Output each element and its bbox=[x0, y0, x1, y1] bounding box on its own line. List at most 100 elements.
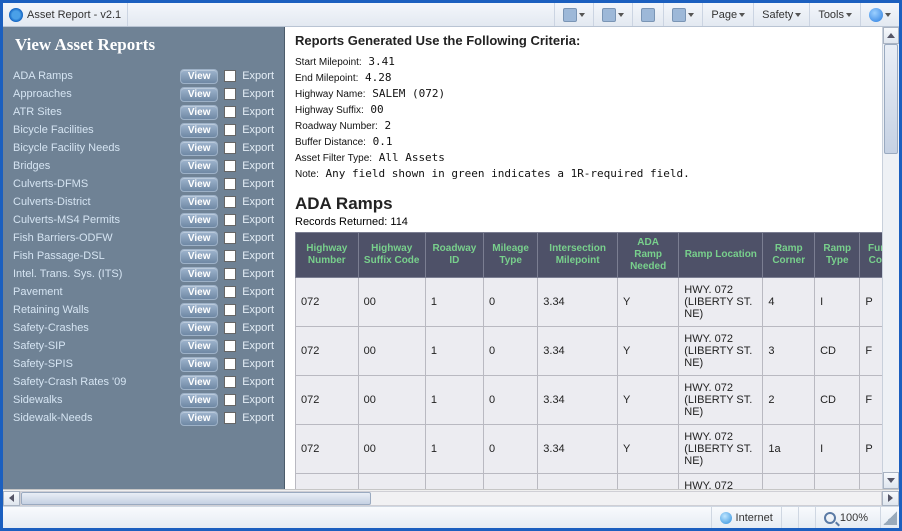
criteria-label: Roadway Number: bbox=[295, 121, 378, 132]
export-checkbox[interactable] bbox=[224, 304, 236, 316]
sidebar-item-label: Fish Passage-DSL bbox=[13, 250, 174, 262]
scroll-right-button[interactable] bbox=[882, 491, 899, 506]
table-cell: I bbox=[815, 278, 860, 327]
export-checkbox[interactable] bbox=[224, 106, 236, 118]
scroll-thumb[interactable] bbox=[21, 492, 371, 505]
export-checkbox[interactable] bbox=[224, 70, 236, 82]
export-checkbox[interactable] bbox=[224, 268, 236, 280]
ie-window: Asset Report - v2.1 Page Safety Tools bbox=[0, 0, 902, 531]
view-button[interactable]: View bbox=[180, 123, 218, 138]
help-button[interactable] bbox=[865, 6, 895, 24]
view-button[interactable]: View bbox=[180, 87, 218, 102]
scroll-up-button[interactable] bbox=[883, 27, 899, 44]
home-button[interactable] bbox=[559, 6, 589, 24]
sidebar-item-label: Bridges bbox=[13, 160, 174, 172]
view-button[interactable]: View bbox=[180, 339, 218, 354]
status-bar: Internet 100% bbox=[3, 506, 899, 528]
security-segment bbox=[798, 507, 815, 528]
view-button[interactable]: View bbox=[180, 375, 218, 390]
sidebar-item-label: Safety-Crashes bbox=[13, 322, 174, 334]
export-checkbox[interactable] bbox=[224, 88, 236, 100]
view-button[interactable]: View bbox=[180, 231, 218, 246]
export-checkbox[interactable] bbox=[224, 214, 236, 226]
sidebar-item-label: Culverts-MS4 Permits bbox=[13, 214, 174, 226]
browser-tab[interactable]: Asset Report - v2.1 bbox=[3, 3, 128, 26]
table-row: 07200103.34YHWY. 072 (LIBERTY ST. NE)4IP bbox=[296, 278, 895, 327]
export-checkbox[interactable] bbox=[224, 232, 236, 244]
export-label: Export bbox=[242, 124, 274, 136]
column-header[interactable]: Roadway ID bbox=[425, 233, 483, 278]
vertical-scrollbar[interactable] bbox=[882, 27, 899, 489]
export-checkbox[interactable] bbox=[224, 394, 236, 406]
export-checkbox[interactable] bbox=[224, 412, 236, 424]
scroll-left-button[interactable] bbox=[3, 491, 20, 506]
column-header[interactable]: Ramp Location bbox=[679, 233, 763, 278]
export-checkbox[interactable] bbox=[224, 340, 236, 352]
export-label: Export bbox=[242, 196, 274, 208]
export-checkbox[interactable] bbox=[224, 196, 236, 208]
export-checkbox[interactable] bbox=[224, 142, 236, 154]
export-checkbox[interactable] bbox=[224, 376, 236, 388]
export-checkbox[interactable] bbox=[224, 178, 236, 190]
view-button[interactable]: View bbox=[180, 213, 218, 228]
scroll-track[interactable] bbox=[883, 44, 899, 472]
view-button[interactable]: View bbox=[180, 357, 218, 372]
main-panel[interactable]: Reports Generated Use the Following Crit… bbox=[285, 27, 899, 489]
print-button[interactable] bbox=[668, 6, 698, 24]
view-button[interactable]: View bbox=[180, 411, 218, 426]
column-header[interactable]: Intersection Milepoint bbox=[538, 233, 618, 278]
scroll-track[interactable] bbox=[20, 491, 882, 506]
view-button[interactable]: View bbox=[180, 321, 218, 336]
export-checkbox[interactable] bbox=[224, 160, 236, 172]
view-button[interactable]: View bbox=[180, 69, 218, 84]
view-button[interactable]: View bbox=[180, 393, 218, 408]
mail-button[interactable] bbox=[637, 6, 659, 24]
export-label: Export bbox=[242, 160, 274, 172]
view-button[interactable]: View bbox=[180, 195, 218, 210]
scroll-thumb[interactable] bbox=[884, 44, 898, 154]
view-button[interactable]: View bbox=[180, 159, 218, 174]
resize-grip[interactable] bbox=[883, 511, 897, 525]
table-row: 07200103.34YHWY. 072 (LIBERTY ST. NE)1aI… bbox=[296, 425, 895, 474]
view-button[interactable]: View bbox=[180, 177, 218, 192]
safety-menu[interactable]: Safety bbox=[758, 7, 805, 23]
export-checkbox[interactable] bbox=[224, 124, 236, 136]
export-checkbox[interactable] bbox=[224, 286, 236, 298]
horizontal-scrollbar[interactable] bbox=[3, 489, 899, 506]
export-checkbox[interactable] bbox=[224, 358, 236, 370]
scroll-down-button[interactable] bbox=[883, 472, 899, 489]
column-header[interactable]: Highway Number bbox=[296, 233, 359, 278]
table-cell: 00 bbox=[358, 474, 425, 490]
sidebar-item: Retaining WallsViewExport bbox=[13, 301, 274, 319]
export-checkbox[interactable] bbox=[224, 250, 236, 262]
column-header[interactable]: Highway Suffix Code bbox=[358, 233, 425, 278]
tools-menu[interactable]: Tools bbox=[814, 7, 856, 23]
table-cell: 1 bbox=[425, 425, 483, 474]
sidebar-item: Bicycle Facility NeedsViewExport bbox=[13, 139, 274, 157]
criteria-value: 0.1 bbox=[373, 135, 393, 148]
export-checkbox[interactable] bbox=[224, 322, 236, 334]
column-header[interactable]: Ramp Corner bbox=[763, 233, 815, 278]
table-cell: 1 bbox=[425, 376, 483, 425]
zoom-segment[interactable]: 100% bbox=[815, 507, 880, 528]
table-cell: HWY. 072 (LIBERTY ST. NE) bbox=[679, 376, 763, 425]
page-menu[interactable]: Page bbox=[707, 7, 749, 23]
zoom-icon bbox=[824, 512, 836, 524]
column-header[interactable]: ADA Ramp Needed bbox=[618, 233, 679, 278]
view-button[interactable]: View bbox=[180, 249, 218, 264]
export-label: Export bbox=[242, 412, 274, 424]
view-button[interactable]: View bbox=[180, 285, 218, 300]
table-cell: HWY. 072 (LIBERTY ST. NE) bbox=[679, 425, 763, 474]
view-button[interactable]: View bbox=[180, 303, 218, 318]
view-button[interactable]: View bbox=[180, 267, 218, 282]
table-cell: 00 bbox=[358, 278, 425, 327]
sidebar-item-label: Retaining Walls bbox=[13, 304, 174, 316]
feeds-button[interactable] bbox=[598, 6, 628, 24]
view-button[interactable]: View bbox=[180, 141, 218, 156]
column-header[interactable]: Mileage Type bbox=[484, 233, 538, 278]
column-header[interactable]: Ramp Type bbox=[815, 233, 860, 278]
sidebar-item-label: Approaches bbox=[13, 88, 174, 100]
export-label: Export bbox=[242, 142, 274, 154]
view-button[interactable]: View bbox=[180, 105, 218, 120]
export-label: Export bbox=[242, 214, 274, 226]
